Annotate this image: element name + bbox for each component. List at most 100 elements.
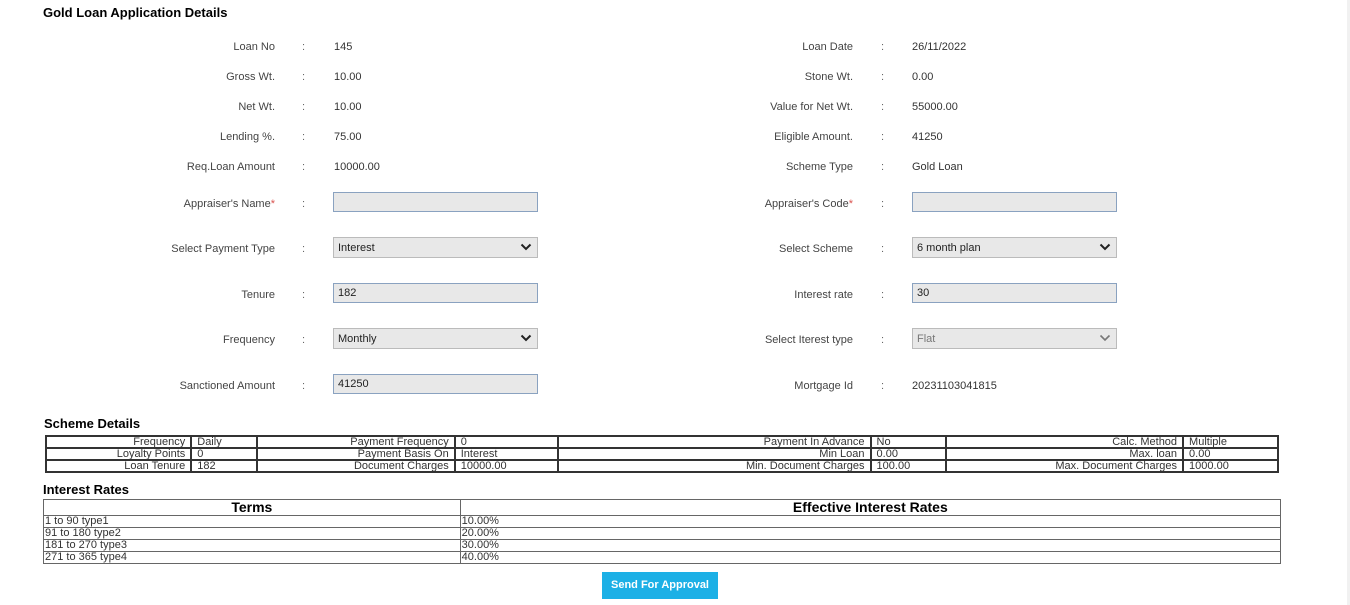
net-wt-label: Net Wt. bbox=[238, 101, 275, 113]
gross-wt-label: Gross Wt. bbox=[226, 71, 275, 83]
frequency-selected: Monthly bbox=[338, 333, 377, 345]
table-row: 91 to 180 type2 20.00% bbox=[43, 527, 1282, 540]
scheme-value: 100.00 bbox=[869, 459, 947, 473]
scheme-key: Document Charges bbox=[255, 459, 456, 473]
table-header-row: Terms Effective Interest Rates bbox=[43, 499, 1282, 516]
appraiser-code-input[interactable] bbox=[912, 192, 1117, 212]
mortgage-id-label: Mortgage Id bbox=[794, 380, 853, 392]
colon: : bbox=[881, 334, 885, 346]
colon: : bbox=[881, 243, 885, 255]
value-net-wt-label: Value for Net Wt. bbox=[770, 101, 853, 113]
rate-cell: 40.00% bbox=[459, 551, 1282, 564]
scheme-value: Multiple bbox=[1182, 435, 1279, 449]
interest-rate-input[interactable]: 30 bbox=[912, 283, 1117, 303]
payment-type-select[interactable]: Interest bbox=[333, 237, 538, 258]
colon: : bbox=[881, 41, 885, 53]
colon: : bbox=[881, 161, 885, 173]
table-row: Loyalty Points 0 Payment Basis On Intere… bbox=[44, 447, 1279, 461]
scheme-details-title: Scheme Details bbox=[44, 416, 141, 431]
tenure-input[interactable]: 182 bbox=[333, 283, 538, 303]
effective-rates-header: Effective Interest Rates bbox=[459, 499, 1282, 516]
scheme-value: 0.00 bbox=[1182, 447, 1279, 461]
colon: : bbox=[302, 71, 306, 83]
scheme-selected: 6 month plan bbox=[917, 242, 981, 254]
scheme-key: Loyalty Points bbox=[44, 447, 193, 461]
scheme-value: 182 bbox=[190, 459, 258, 473]
rate-cell: 10.00% bbox=[459, 515, 1282, 528]
scheme-value: 10000.00 bbox=[453, 459, 560, 473]
colon: : bbox=[881, 289, 885, 301]
scheme-key: Max. loan bbox=[944, 447, 1185, 461]
req-loan-amount-label: Req.Loan Amount bbox=[186, 161, 275, 173]
scheme-value: Daily bbox=[190, 435, 258, 449]
scheme-details-table: Frequency Daily Payment Frequency 0 Paym… bbox=[44, 435, 1279, 473]
interest-type-label: Select Iterest type bbox=[764, 334, 853, 346]
net-wt-value: 10.00 bbox=[334, 101, 362, 113]
payment-type-selected: Interest bbox=[338, 242, 375, 254]
scheme-select[interactable]: 6 month plan bbox=[912, 237, 1117, 258]
term-cell: 181 to 270 type3 bbox=[43, 539, 461, 552]
colon: : bbox=[881, 380, 885, 392]
scheme-key: Min Loan bbox=[557, 447, 872, 461]
send-for-approval-button[interactable]: Send For Approval bbox=[602, 572, 718, 599]
term-cell: 271 to 365 type4 bbox=[43, 551, 461, 564]
table-row: 1 to 90 type1 10.00% bbox=[43, 515, 1282, 528]
colon: : bbox=[881, 101, 885, 113]
scheme-type-label: Scheme Type bbox=[785, 161, 853, 173]
loan-date-label: Loan Date bbox=[802, 41, 853, 53]
eligible-amount-label: Eligible Amount. bbox=[774, 131, 853, 143]
scheme-value: 0.00 bbox=[869, 447, 947, 461]
scheme-value: 0 bbox=[190, 447, 258, 461]
chevron-down-icon bbox=[520, 330, 532, 350]
required-mark: * bbox=[270, 198, 275, 210]
req-loan-amount-value: 10000.00 bbox=[334, 161, 380, 173]
scheme-key: Loan Tenure bbox=[44, 459, 193, 473]
stone-wt-label: Stone Wt. bbox=[804, 71, 853, 83]
loan-date-value: 26/11/2022 bbox=[912, 41, 967, 53]
loan-no-value: 145 bbox=[334, 41, 353, 53]
term-cell: 91 to 180 type2 bbox=[43, 527, 461, 540]
colon: : bbox=[302, 380, 306, 392]
interest-rates-title: Interest Rates bbox=[43, 482, 129, 497]
scheme-key: Payment Frequency bbox=[255, 435, 456, 449]
colon: : bbox=[302, 334, 306, 346]
colon: : bbox=[881, 131, 885, 143]
page-title: Gold Loan Application Details bbox=[43, 5, 228, 20]
interest-type-selected: Flat bbox=[917, 333, 936, 345]
rate-cell: 20.00% bbox=[459, 527, 1282, 540]
table-row: 181 to 270 type3 30.00% bbox=[43, 539, 1282, 552]
scheme-key: Max. Document Charges bbox=[944, 459, 1185, 473]
table-row: 271 to 365 type4 40.00% bbox=[43, 551, 1282, 564]
tenure-label: Tenure bbox=[241, 289, 275, 301]
value-net-wt-value: 55000.00 bbox=[912, 101, 958, 113]
scheme-key: Payment Basis On bbox=[255, 447, 456, 461]
sanctioned-amount-label: Sanctioned Amount bbox=[179, 380, 275, 392]
required-mark: * bbox=[848, 198, 853, 210]
sanctioned-amount-input[interactable]: 41250 bbox=[333, 374, 538, 394]
colon: : bbox=[302, 243, 306, 255]
scheme-value: No bbox=[869, 435, 947, 449]
scheme-value: 1000.00 bbox=[1182, 459, 1279, 473]
colon: : bbox=[881, 71, 885, 83]
payment-type-label: Select Payment Type bbox=[171, 243, 275, 255]
scheme-key: Min. Document Charges bbox=[557, 459, 872, 473]
colon: : bbox=[302, 131, 306, 143]
chevron-down-icon bbox=[1099, 330, 1111, 350]
colon: : bbox=[302, 289, 306, 301]
chevron-down-icon bbox=[1099, 239, 1111, 259]
table-row: Loan Tenure 182 Document Charges 10000.0… bbox=[44, 459, 1279, 473]
term-cell: 1 to 90 type1 bbox=[43, 515, 461, 528]
appraiser-name-input[interactable] bbox=[333, 192, 538, 212]
terms-header: Terms bbox=[43, 499, 461, 516]
table-row: Frequency Daily Payment Frequency 0 Paym… bbox=[44, 435, 1279, 449]
scheme-key: Frequency bbox=[44, 435, 193, 449]
lending-pct-value: 75.00 bbox=[334, 131, 362, 143]
frequency-label: Frequency bbox=[223, 334, 275, 346]
scheme-value: 0 bbox=[453, 435, 560, 449]
appraiser-code-label: Appraiser's Code* bbox=[764, 198, 853, 210]
scheme-value: Interest bbox=[453, 447, 560, 461]
colon: : bbox=[302, 41, 306, 53]
frequency-select[interactable]: Monthly bbox=[333, 328, 538, 349]
colon: : bbox=[881, 198, 885, 210]
scheme-key: Calc. Method bbox=[944, 435, 1185, 449]
